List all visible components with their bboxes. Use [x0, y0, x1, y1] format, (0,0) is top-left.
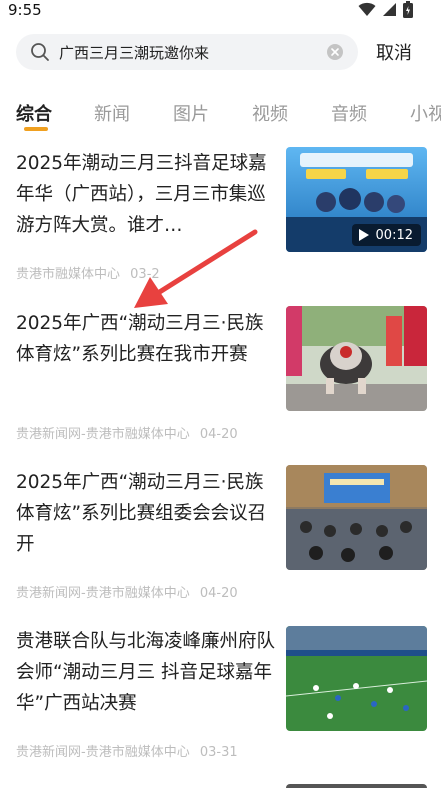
- clear-icon[interactable]: [326, 43, 344, 61]
- status-time: 9:55: [8, 1, 42, 19]
- tab-comprehensive[interactable]: 综合: [16, 100, 52, 126]
- news-title: 2025年广西“潮动三月三·民族体育炫”系列比赛组委会会议召开: [16, 472, 267, 555]
- news-date: 03-31: [199, 745, 238, 760]
- meeting-photo[interactable]: [286, 465, 427, 570]
- news-source: 贵港新闻网-贵港市融媒体中心: [16, 745, 190, 760]
- tab-news[interactable]: 新闻: [94, 100, 130, 126]
- news-title: 2025年潮动三月三抖音足球嘉年华（广西站），三月三市集巡游方阵大赏。谁才…: [16, 153, 267, 236]
- category-tabs: 综合 新闻 图片 视频 音频 小视: [0, 100, 441, 136]
- news-title: 贵港联合队与北海凌峰廉州府队会师“潮动三月三 抖音足球嘉年华”广西站决赛: [16, 631, 276, 714]
- news-meta: 贵港新闻网-贵港市融媒体中心 03-31: [16, 741, 238, 760]
- search-bar[interactable]: 广西三月三潮玩邀你来: [16, 34, 358, 70]
- video-duration: 00:12: [375, 227, 413, 243]
- search-input[interactable]: 广西三月三潮玩邀你来: [59, 42, 209, 63]
- news-meta: 贵港新闻网-贵港市融媒体中心 04-20: [16, 423, 238, 442]
- signal-icon: [383, 3, 396, 16]
- football-photo[interactable]: [286, 626, 427, 731]
- battery-icon: [403, 1, 413, 18]
- news-item[interactable]: 2025年广西“潮动三月三·民族体育炫”系列比赛组委会会议召开 贵港新闻网-贵港…: [0, 465, 441, 625]
- tab-audio[interactable]: 音频: [331, 100, 367, 126]
- news-source: 贵港市融媒体中心: [16, 267, 121, 282]
- news-title: 2025年广西“潮动三月三·民族体育炫”系列比赛在我市开赛: [16, 313, 264, 365]
- news-source: 贵港新闻网-贵港市融媒体中心: [16, 586, 190, 601]
- news-source: 贵港新闻网-贵港市融媒体中心: [16, 427, 190, 442]
- lion-dance-photo[interactable]: [286, 306, 427, 411]
- video-duration-badge: 00:12: [351, 224, 421, 246]
- wifi-icon: [358, 2, 376, 17]
- news-meta: 贵港新闻网-贵港市融媒体中心 04-20: [16, 582, 238, 601]
- status-icons: [358, 1, 413, 18]
- tab-short-video[interactable]: 小视: [410, 100, 441, 126]
- active-tab-indicator: [24, 127, 48, 131]
- next-thumbnail-edge: [286, 784, 427, 788]
- news-meta: 贵港市融媒体中心 03-2: [16, 263, 160, 282]
- news-item[interactable]: 2025年潮动三月三抖音足球嘉年华（广西站），三月三市集巡游方阵大赏。谁才… 贵…: [0, 145, 441, 305]
- status-bar: 9:55: [0, 0, 441, 24]
- news-date: 03-2: [130, 267, 160, 282]
- news-date: 04-20: [199, 427, 238, 442]
- news-item[interactable]: 2025年广西“潮动三月三·民族体育炫”系列比赛在我市开赛 贵港新闻网-贵港市融…: [0, 306, 441, 466]
- tab-pictures[interactable]: 图片: [173, 100, 209, 126]
- news-date: 04-20: [199, 586, 238, 601]
- video-thumbnail[interactable]: 00:12: [286, 147, 427, 252]
- tab-video[interactable]: 视频: [252, 100, 288, 126]
- search-icon: [31, 43, 49, 61]
- play-icon: [358, 229, 369, 241]
- cancel-button[interactable]: 取消: [376, 39, 412, 65]
- news-item[interactable]: 贵港联合队与北海凌峰廉州府队会师“潮动三月三 抖音足球嘉年华”广西站决赛 贵港新…: [0, 624, 441, 784]
